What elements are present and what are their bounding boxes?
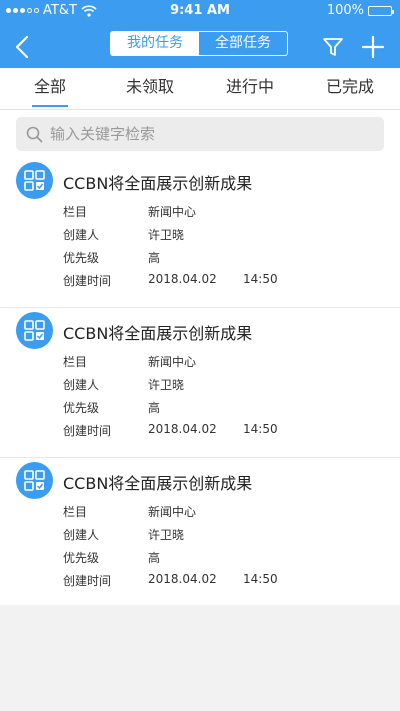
priority-value: 高 xyxy=(148,401,161,415)
priority-value: 高 xyxy=(148,551,161,565)
created-time-label: 创建时间 xyxy=(63,274,112,288)
task-icon xyxy=(16,462,53,499)
created-date-value: 2018.04.02 xyxy=(148,572,217,586)
status-bar: AT&T 9:41 AM 100% xyxy=(0,0,400,22)
created-time-label: 创建时间 xyxy=(63,574,112,588)
task-icon xyxy=(16,312,53,349)
task-scope-segmented-control: 我的任务 全部任务 xyxy=(110,31,288,56)
search-input[interactable] xyxy=(50,117,370,151)
status-right: 100% xyxy=(326,3,394,18)
created-date-value: 2018.04.02 xyxy=(148,422,217,436)
task-card[interactable]: CCBN将全面展示创新成果 栏目 新闻中心 创建人 许卫晓 优先级 高 创建时间… xyxy=(0,308,400,458)
task-card[interactable]: CCBN将全面展示创新成果 栏目 新闻中心 创建人 许卫晓 优先级 高 创建时间… xyxy=(0,158,400,308)
column-label: 栏目 xyxy=(63,205,88,219)
task-icon xyxy=(16,162,53,199)
creator-value: 许卫晓 xyxy=(148,378,185,392)
priority-label: 优先级 xyxy=(63,251,100,265)
task-title: CCBN将全面展示创新成果 xyxy=(63,174,253,193)
created-time-value: 14:50 xyxy=(243,572,278,586)
status-tabs: 全部 未领取 进行中 已完成 xyxy=(0,68,400,110)
column-value: 新闻中心 xyxy=(148,205,197,219)
created-time-value: 14:50 xyxy=(243,272,278,286)
tab-unclaimed[interactable]: 未领取 xyxy=(100,68,200,109)
search-icon xyxy=(26,126,43,143)
tab-in-progress[interactable]: 进行中 xyxy=(200,68,300,109)
column-value: 新闻中心 xyxy=(148,505,197,519)
header: AT&T 9:41 AM 100% 我的任务 全部任务 xyxy=(0,0,400,68)
creator-label: 创建人 xyxy=(63,528,100,542)
creator-value: 许卫晓 xyxy=(148,228,185,242)
creator-value: 许卫晓 xyxy=(148,528,185,542)
creator-label: 创建人 xyxy=(63,228,100,242)
column-value: 新闻中心 xyxy=(148,355,197,369)
task-list: CCBN将全面展示创新成果 栏目 新闻中心 创建人 许卫晓 优先级 高 创建时间… xyxy=(0,158,400,605)
created-date-value: 2018.04.02 xyxy=(148,272,217,286)
plus-icon[interactable] xyxy=(360,34,386,60)
battery-icon xyxy=(368,5,394,16)
task-title: CCBN将全面展示创新成果 xyxy=(63,324,253,343)
priority-label: 优先级 xyxy=(63,401,100,415)
created-time-value: 14:50 xyxy=(243,422,278,436)
segment-all-tasks[interactable]: 全部任务 xyxy=(199,32,287,55)
column-label: 栏目 xyxy=(63,505,88,519)
task-card[interactable]: CCBN将全面展示创新成果 栏目 新闻中心 创建人 许卫晓 优先级 高 创建时间… xyxy=(0,458,400,605)
task-title: CCBN将全面展示创新成果 xyxy=(63,474,253,493)
search-box xyxy=(16,117,384,151)
search-bar xyxy=(0,110,400,158)
tab-all[interactable]: 全部 xyxy=(0,68,100,109)
segment-my-tasks[interactable]: 我的任务 xyxy=(111,32,199,55)
creator-label: 创建人 xyxy=(63,378,100,392)
column-label: 栏目 xyxy=(63,355,88,369)
priority-label: 优先级 xyxy=(63,551,100,565)
priority-value: 高 xyxy=(148,251,161,265)
back-button[interactable] xyxy=(10,32,34,62)
created-time-label: 创建时间 xyxy=(63,424,112,438)
filter-icon[interactable] xyxy=(322,36,344,58)
battery-percent: 100% xyxy=(326,3,364,18)
tab-completed[interactable]: 已完成 xyxy=(300,68,400,109)
